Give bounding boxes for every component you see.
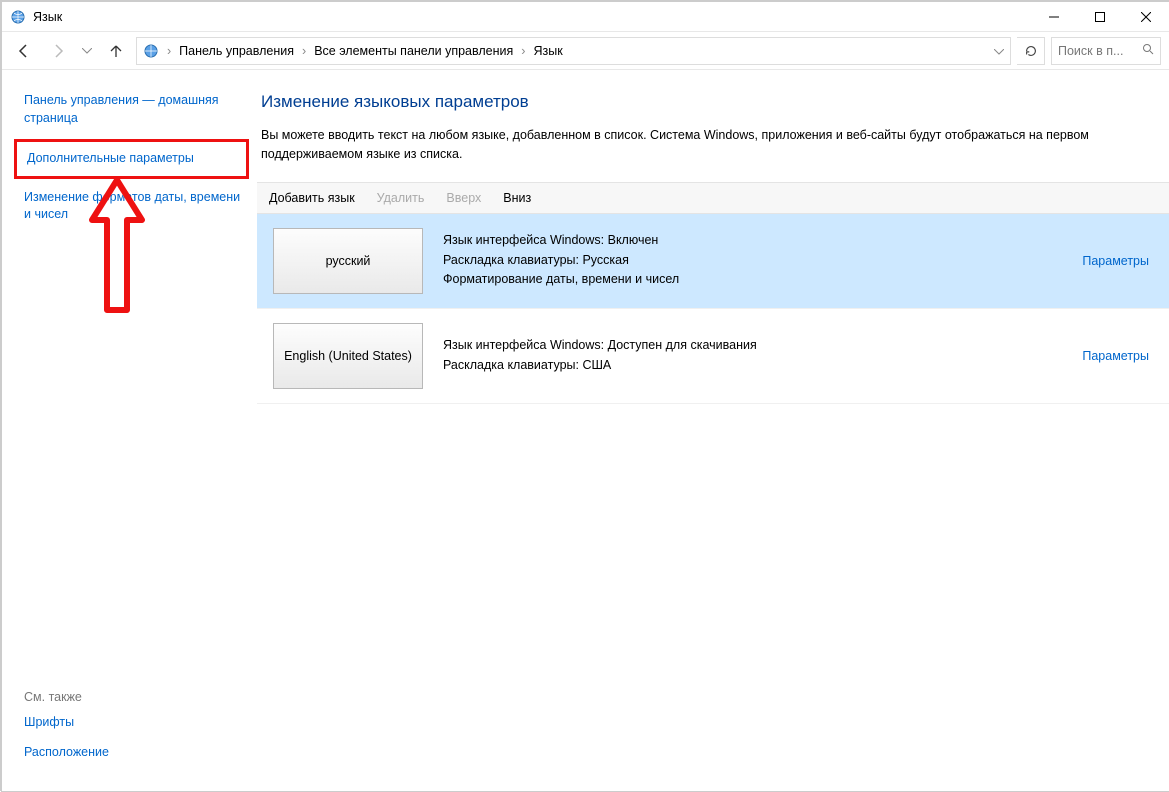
chevron-right-icon: › (165, 44, 173, 58)
sidebar-link-home[interactable]: Панель управления — домашняя страница (24, 92, 257, 127)
toolbar-move-up[interactable]: Вверх (446, 191, 481, 205)
forward-button[interactable] (44, 37, 72, 65)
sidebar-link-advanced[interactable]: Дополнительные параметры (27, 150, 244, 168)
language-detail-line: Форматирование даты, времени и чисел (443, 270, 1062, 289)
language-row[interactable]: русский Язык интерфейса Windows: Включен… (257, 214, 1169, 309)
recent-locations-button[interactable] (78, 37, 96, 65)
chevron-right-icon: › (300, 44, 308, 58)
language-list: русский Язык интерфейса Windows: Включен… (257, 214, 1169, 404)
chevron-right-icon: › (519, 44, 527, 58)
titlebar: Язык (2, 2, 1169, 32)
refresh-button[interactable] (1017, 37, 1045, 65)
toolbar-add-language[interactable]: Добавить язык (269, 191, 355, 205)
language-details: Язык интерфейса Windows: Доступен для ск… (443, 336, 1062, 375)
see-also-fonts[interactable]: Шрифты (24, 714, 119, 732)
main-content: Изменение языковых параметров Вы можете … (257, 70, 1169, 791)
toolbar-remove[interactable]: Удалить (377, 191, 425, 205)
close-button[interactable] (1123, 2, 1169, 32)
window-title: Язык (33, 10, 62, 24)
breadcrumb-item[interactable]: Панель управления (177, 44, 296, 58)
language-options-link[interactable]: Параметры (1082, 349, 1149, 363)
search-placeholder: Поиск в п... (1058, 44, 1138, 58)
language-detail-line: Раскладка клавиатуры: Русская (443, 251, 1062, 270)
language-options-link[interactable]: Параметры (1082, 254, 1149, 268)
language-detail-line: Раскладка клавиатуры: США (443, 356, 1062, 375)
address-bar-row: › Панель управления › Все элементы панел… (2, 32, 1169, 70)
language-name: русский (326, 254, 371, 268)
minimize-button[interactable] (1031, 2, 1077, 32)
language-details: Язык интерфейса Windows: Включен Расклад… (443, 231, 1062, 289)
language-toolbar: Добавить язык Удалить Вверх Вниз (257, 182, 1169, 214)
see-also-block: См. также Шрифты Расположение (24, 690, 119, 773)
language-tile[interactable]: English (United States) (273, 323, 423, 389)
language-detail-line: Язык интерфейса Windows: Доступен для ск… (443, 336, 1062, 355)
breadcrumb[interactable]: › Панель управления › Все элементы панел… (136, 37, 1011, 65)
up-button[interactable] (102, 37, 130, 65)
annotation-highlight-box: Дополнительные параметры (14, 139, 249, 179)
breadcrumb-item[interactable]: Язык (531, 44, 564, 58)
language-name: English (United States) (284, 349, 412, 363)
see-also-location[interactable]: Расположение (24, 744, 119, 762)
page-description: Вы можете вводить текст на любом языке, … (261, 126, 1169, 164)
language-tile[interactable]: русский (273, 228, 423, 294)
breadcrumb-item[interactable]: Все элементы панели управления (312, 44, 515, 58)
sidebar-link-formats[interactable]: Изменение форматов даты, времени и чисел (24, 189, 257, 224)
search-input[interactable]: Поиск в п... (1051, 37, 1161, 65)
see-also-header: См. также (24, 690, 119, 704)
toolbar-move-down[interactable]: Вниз (503, 191, 531, 205)
back-button[interactable] (10, 37, 38, 65)
language-row[interactable]: English (United States) Язык интерфейса … (257, 309, 1169, 404)
page-heading: Изменение языковых параметров (261, 92, 1169, 112)
language-detail-line: Язык интерфейса Windows: Включен (443, 231, 1062, 250)
window-icon (10, 9, 26, 25)
search-icon (1142, 43, 1154, 58)
maximize-button[interactable] (1077, 2, 1123, 32)
globe-icon (143, 43, 159, 59)
chevron-down-icon[interactable] (990, 44, 1010, 58)
sidebar: Панель управления — домашняя страница До… (2, 70, 257, 791)
